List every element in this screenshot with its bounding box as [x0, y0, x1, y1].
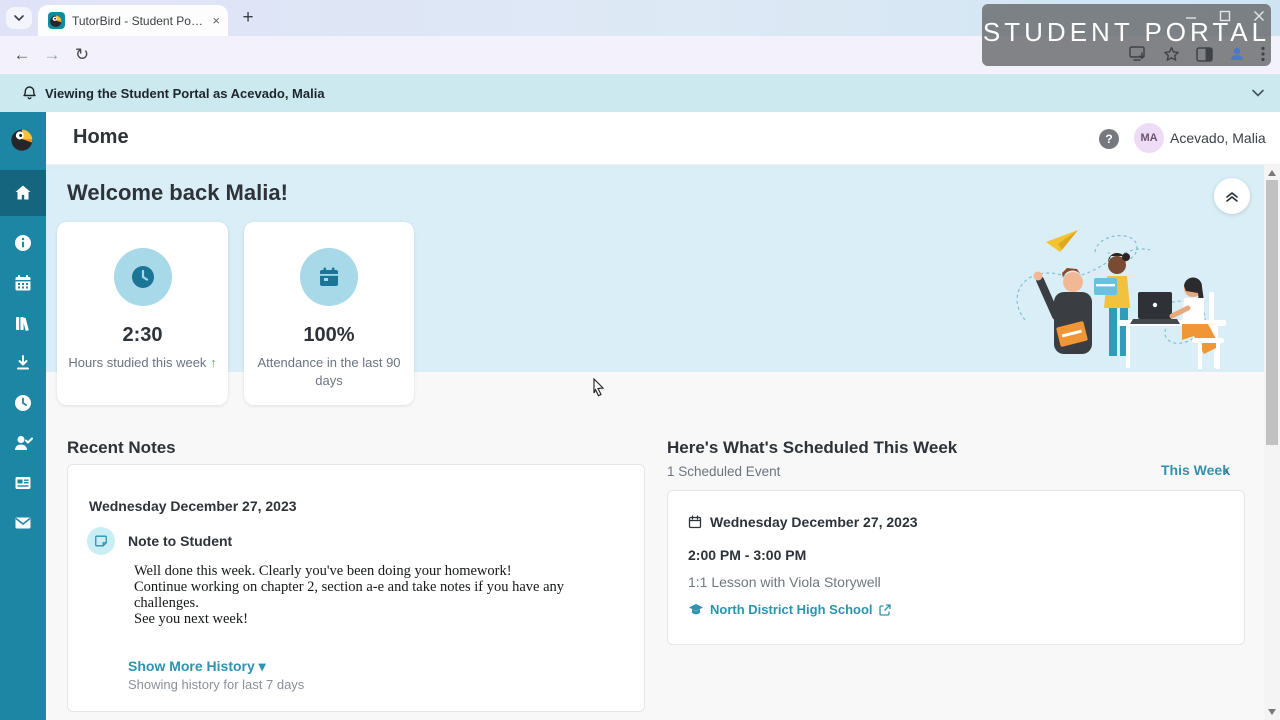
- sidebar-item-hours[interactable]: [0, 382, 46, 424]
- help-button[interactable]: ?: [1099, 129, 1119, 149]
- sidebar-item-library[interactable]: [0, 302, 46, 344]
- menu-kebab-icon[interactable]: [1261, 46, 1265, 62]
- this-week-link[interactable]: This Week: [1161, 462, 1230, 478]
- profile-icon[interactable]: [1229, 46, 1245, 62]
- note-icon: [87, 527, 115, 555]
- back-button[interactable]: ←: [10, 43, 34, 67]
- news-icon: [13, 473, 33, 493]
- install-icon[interactable]: [1129, 46, 1147, 62]
- library-icon: [13, 313, 33, 333]
- attendance-value: 100%: [303, 324, 354, 347]
- sidebar-item-downloads[interactable]: [0, 342, 46, 384]
- scroll-down-arrow[interactable]: [1268, 709, 1276, 715]
- person-raising-hand: [1034, 268, 1093, 354]
- bell-icon: [22, 85, 37, 101]
- scrollbar[interactable]: [1264, 165, 1280, 720]
- sidebar: [0, 112, 46, 720]
- schedule-heading: Here's What's Scheduled This Week: [667, 438, 957, 458]
- welcome-heading: Welcome back Malia!: [67, 180, 288, 206]
- sidebar-item-news[interactable]: [0, 462, 46, 504]
- attendance-label: Attendance in the last 90 days: [254, 354, 404, 390]
- tab-close-icon[interactable]: ×: [212, 13, 220, 28]
- home-icon: [13, 183, 33, 203]
- collapse-welcome-button[interactable]: [1214, 178, 1250, 214]
- hours-studied-card: 2:30 Hours studied this week ↑: [57, 222, 228, 405]
- scroll-up-arrow[interactable]: [1268, 170, 1276, 176]
- calendar-icon: [13, 273, 33, 293]
- hours-label: Hours studied this week ↑: [68, 354, 218, 372]
- reload-button[interactable]: ↻: [70, 43, 94, 67]
- page-title: Home: [73, 126, 129, 149]
- side-panel-icon[interactable]: [1196, 47, 1213, 62]
- info-icon: [13, 233, 33, 253]
- welcome-band: Welcome back Malia!: [46, 165, 1280, 372]
- note-line: Well done this week. Clearly you've been…: [134, 563, 614, 579]
- student-check-icon: [13, 433, 34, 453]
- event-date: Wednesday December 27, 2023: [710, 514, 918, 530]
- avatar[interactable]: MA: [1134, 123, 1164, 153]
- recent-notes-heading: Recent Notes: [67, 438, 176, 458]
- event-time: 2:00 PM - 3:00 PM: [688, 547, 806, 563]
- star-icon[interactable]: [1163, 46, 1180, 62]
- browser-tab[interactable]: TutorBird - Student Portal ×: [38, 5, 228, 36]
- chevron-down-icon: [14, 15, 24, 21]
- mail-icon: [13, 513, 33, 533]
- overlay-title: STUDENT PORTAL: [982, 17, 1271, 48]
- clock-icon: [114, 248, 172, 306]
- trend-up-icon: ↑: [210, 355, 217, 370]
- scheduled-event-card: Wednesday December 27, 2023 2:00 PM - 3:…: [667, 490, 1245, 645]
- clock-icon: [13, 393, 33, 413]
- tab-search-button[interactable]: [6, 7, 32, 29]
- page-header: Home ? MA Acevado, Malia: [46, 112, 1280, 165]
- chevron-double-up-icon: [1225, 189, 1239, 203]
- user-name[interactable]: Acevado, Malia: [1170, 130, 1266, 146]
- tutorbird-favicon: [48, 12, 65, 29]
- history-caption: Showing history for last 7 days: [128, 677, 304, 692]
- sidebar-item-messages[interactable]: [0, 502, 46, 544]
- recent-notes-card: Wednesday December 27, 2023 Note to Stud…: [67, 464, 645, 712]
- paper-plane-icon: [1046, 230, 1078, 252]
- hours-value: 2:30: [122, 324, 162, 347]
- attendance-calendar-icon: [300, 248, 358, 306]
- calendar-icon: [688, 515, 702, 529]
- note-title: Note to Student: [128, 533, 232, 549]
- event-location-link[interactable]: North District High School: [688, 602, 891, 617]
- note-body: Well done this week. Clearly you've been…: [134, 563, 614, 627]
- note-line: Continue working on chapter 2, section a…: [134, 579, 614, 611]
- banner-text: Viewing the Student Portal as Acevado, M…: [45, 86, 325, 101]
- external-link-icon: [879, 604, 891, 616]
- study-illustration: [1000, 220, 1235, 372]
- tab-title: TutorBird - Student Portal: [72, 14, 206, 28]
- laptop-icon: [1130, 292, 1180, 324]
- content: Welcome back Malia!: [46, 165, 1280, 720]
- show-more-history-link[interactable]: Show More History ▾: [128, 658, 266, 675]
- viewing-as-banner: Viewing the Student Portal as Acevado, M…: [0, 74, 1280, 112]
- attendance-card: 100% Attendance in the last 90 days: [244, 222, 414, 405]
- tutorbird-logo: [9, 125, 37, 153]
- scrollbar-thumb[interactable]: [1266, 180, 1278, 445]
- screen: TutorBird - Student Portal × + ← → ↻ app…: [0, 0, 1280, 720]
- graduation-cap-icon: [688, 603, 704, 616]
- scheduled-event-count: 1 Scheduled Event: [667, 464, 780, 479]
- event-date-row: Wednesday December 27, 2023: [688, 514, 918, 530]
- sidebar-item-home[interactable]: [0, 170, 46, 216]
- sidebar-item-attendance[interactable]: [0, 422, 46, 464]
- sidebar-item-info[interactable]: [0, 222, 46, 264]
- banner-collapse-chevron-icon[interactable]: [1250, 85, 1266, 101]
- browser-action-icons: [1129, 46, 1265, 62]
- download-icon: [13, 353, 33, 373]
- person-with-book: [1094, 253, 1130, 356]
- forward-button[interactable]: →: [40, 43, 64, 67]
- student-portal-overlay: STUDENT PORTAL: [982, 4, 1271, 66]
- sidebar-item-calendar[interactable]: [0, 262, 46, 304]
- new-tab-button[interactable]: +: [236, 6, 260, 30]
- note-line: See you next week!: [134, 611, 614, 627]
- event-location: North District High School: [710, 602, 873, 617]
- event-title: 1:1 Lesson with Viola Storywell: [688, 574, 881, 590]
- chevron-right-icon[interactable]: ›: [1224, 462, 1229, 478]
- note-date: Wednesday December 27, 2023: [89, 498, 297, 514]
